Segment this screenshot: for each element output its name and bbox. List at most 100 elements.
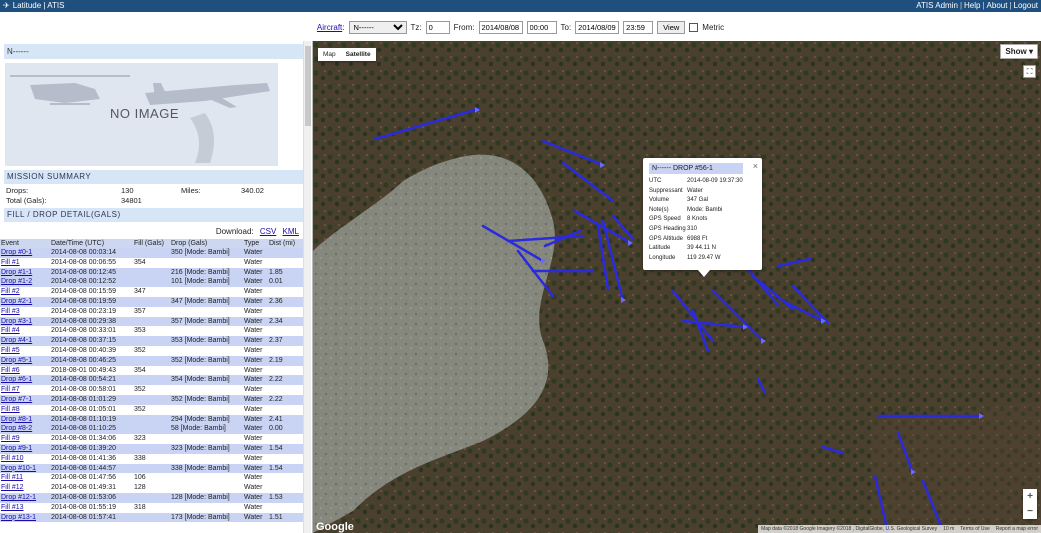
table-cell: Drop #1-1 <box>0 267 50 278</box>
table-cell: 2014-08-08 01:10:19 <box>50 414 133 425</box>
event-link[interactable]: Drop #1-2 <box>1 278 32 285</box>
table-cell: 2.22 <box>268 394 303 405</box>
event-link[interactable]: Fill #9 <box>1 435 20 442</box>
help-link[interactable]: Help <box>964 0 980 12</box>
to-time-input[interactable] <box>623 20 654 34</box>
table-row: Fill #7 2014-08-08 00:58:01 352 Water <box>0 385 303 395</box>
to-date-input[interactable] <box>575 20 620 34</box>
info-field-value: 310 <box>687 225 698 232</box>
event-link[interactable]: Drop #1-1 <box>1 269 32 276</box>
event-link[interactable]: Fill #13 <box>1 504 24 511</box>
map-type-satellite[interactable]: Satellite <box>341 48 376 61</box>
table-row: Drop #8-2 2014-08-08 01:10:25 58 [Mode: Ba… <box>0 424 303 435</box>
table-cell: 2014-08-08 01:44:57 <box>50 463 133 474</box>
event-link[interactable]: Drop #6-1 <box>1 376 32 383</box>
event-link[interactable]: Drop #5-1 <box>1 357 32 364</box>
report-error-link[interactable]: Report a map error <box>996 525 1038 533</box>
map-type-map[interactable]: Map <box>318 48 341 61</box>
event-link[interactable]: Fill #11 <box>1 474 23 481</box>
table-cell: 323 [Mode: Bambi] <box>170 443 243 454</box>
about-link[interactable]: About <box>987 0 1008 12</box>
event-link[interactable]: Fill #8 <box>1 406 20 413</box>
event-link[interactable]: Fill #4 <box>1 327 20 334</box>
table-row: Fill #1 2014-08-08 00:06:55 354 Water <box>0 257 303 268</box>
table-cell: Drop #10-1 <box>0 463 50 474</box>
from-date-input[interactable] <box>478 20 523 34</box>
admin-link[interactable]: ATIS Admin <box>916 0 958 12</box>
table-cell: 58 [Mode: Bambi] <box>170 424 243 435</box>
close-icon[interactable]: × <box>753 161 758 171</box>
kml-download-link[interactable]: KML <box>283 227 299 236</box>
fullscreen-icon[interactable]: ⛶ <box>1023 65 1036 78</box>
table-row: Fill #10 2014-08-08 01:41:36 338 Water <box>0 453 303 464</box>
zoom-in-button[interactable]: + <box>1023 489 1037 504</box>
table-cell <box>133 443 170 454</box>
event-link[interactable]: Fill #6 <box>1 367 20 374</box>
table-cell: 1.53 <box>268 492 303 503</box>
table-cell <box>133 492 170 503</box>
table-cell <box>170 326 243 337</box>
scrollbar-thumb[interactable] <box>305 46 311 126</box>
table-cell: 353 <box>133 326 170 337</box>
table-cell <box>133 414 170 425</box>
mission-panel: N------ NO IMAGE MISSION SUMMARY Drops: … <box>0 41 313 533</box>
table-cell: 347 <box>133 287 170 297</box>
table-row: Fill #2 2014-08-08 00:15:59 347 Water <box>0 287 303 297</box>
panel-scrollbar[interactable] <box>303 41 311 533</box>
event-link[interactable]: Drop #0-1 <box>1 249 32 256</box>
event-link[interactable]: Drop #7-1 <box>1 396 32 403</box>
tz-input[interactable] <box>425 20 450 34</box>
table-cell: 2014-08-08 00:37:15 <box>50 336 133 346</box>
event-link[interactable]: Drop #13-1 <box>1 514 36 521</box>
table-cell: 323 <box>133 434 170 444</box>
table-cell <box>268 326 303 337</box>
table-row: Drop #5-1 2014-08-08 00:46:25 352 [Mode: B… <box>0 355 303 366</box>
table-cell: 357 <box>133 306 170 317</box>
table-row: Drop #13-1 2014-08-08 01:57:41 173 [Mode: … <box>0 512 303 523</box>
event-link[interactable]: Drop #2-1 <box>1 298 32 305</box>
table-row: Fill #5 2014-08-08 00:40:39 352 Water <box>0 345 303 356</box>
event-link[interactable]: Drop #9-1 <box>1 445 32 452</box>
event-link[interactable]: Drop #8-2 <box>1 425 32 432</box>
event-link[interactable]: Fill #1 <box>1 259 20 266</box>
table-cell: Water <box>243 287 268 297</box>
info-field-value: 8 Knots <box>687 216 708 223</box>
from-time-input[interactable] <box>526 20 557 34</box>
table-cell: Water <box>243 296 268 307</box>
event-link[interactable]: Drop #4-1 <box>1 337 32 344</box>
info-field: GPS Speed 8 Knots <box>649 215 756 225</box>
csv-download-link[interactable]: CSV <box>260 227 276 236</box>
event-link[interactable]: Fill #12 <box>1 484 24 491</box>
event-link[interactable]: Fill #7 <box>1 386 20 393</box>
table-cell: Fill #2 <box>0 287 50 297</box>
aircraft-link[interactable]: Aircraft <box>317 23 342 32</box>
view-button[interactable]: View <box>657 20 686 34</box>
event-link[interactable]: Drop #10-1 <box>1 465 36 472</box>
event-link[interactable]: Fill #2 <box>1 288 20 295</box>
show-layers-button[interactable]: Show ▾ <box>1000 44 1038 59</box>
metric-checkbox[interactable] <box>689 22 699 32</box>
table-cell <box>268 287 303 297</box>
event-link[interactable]: Drop #3-1 <box>1 318 32 325</box>
table-cell: 128 <box>133 483 170 493</box>
zoom-out-button[interactable]: − <box>1023 504 1037 519</box>
table-cell: 2014-08-08 01:34:06 <box>50 434 133 444</box>
drop-info-window: N------ DROP #56-1 × UTC 2014-08-09 19:37… <box>643 158 762 277</box>
event-link[interactable]: Drop #8-1 <box>1 416 32 423</box>
table-cell: Fill #3 <box>0 306 50 317</box>
table-row: Fill #11 2014-08-08 01:47:56 106 Water <box>0 473 303 484</box>
event-link[interactable]: Drop #12-1 <box>1 494 36 501</box>
event-link[interactable]: Fill #3 <box>1 308 20 315</box>
event-link[interactable]: Fill #10 <box>1 455 24 462</box>
table-body: Drop #0-1 2014-08-08 00:03:14 350 [Mode: B… <box>0 248 303 523</box>
table-cell <box>268 453 303 464</box>
miles-value: 340.02 <box>241 186 264 195</box>
logout-link[interactable]: Logout <box>1014 0 1038 12</box>
info-field-value: Water <box>687 187 703 194</box>
table-cell: Drop #1-2 <box>0 277 50 288</box>
event-link[interactable]: Fill #5 <box>1 347 20 354</box>
table-cell <box>268 306 303 317</box>
aircraft-select[interactable]: N------ <box>348 20 407 34</box>
terms-link[interactable]: Terms of Use <box>960 525 989 533</box>
satellite-map[interactable]: Map Satellite Show ▾ ⛶ N------ DROP #56-… <box>313 41 1041 533</box>
